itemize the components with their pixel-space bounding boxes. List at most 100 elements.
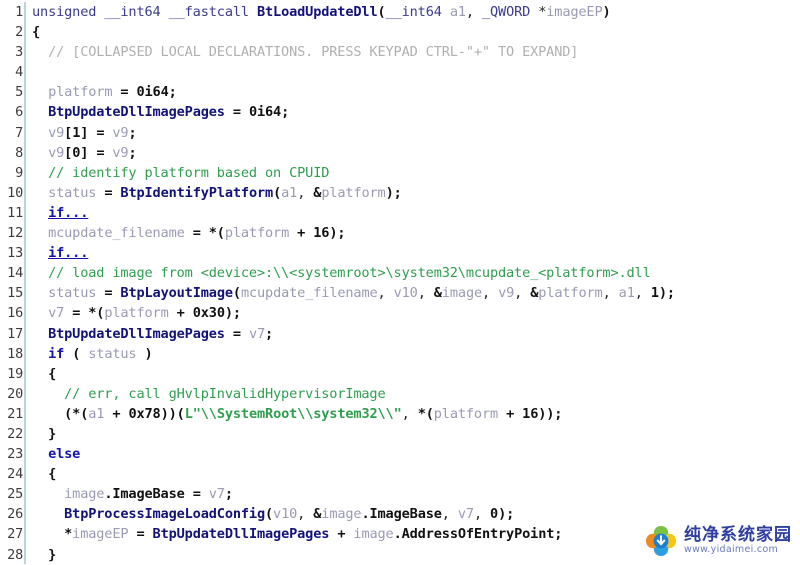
code-line[interactable]: if... (32, 203, 800, 223)
decompiler-pseudocode-view[interactable]: 1 2 3 4 5 6 7 8 9 10 11 12 13 14 15 16 1… (0, 0, 800, 564)
token-collapsed-declarations-comment[interactable]: // [COLLAPSED LOCAL DECLARATIONS. PRESS … (32, 44, 578, 60)
token-member[interactable]: .ImageBase (104, 486, 184, 502)
token-variable[interactable]: image (442, 285, 482, 301)
code-line[interactable]: image.ImageBase = v7; (32, 484, 800, 504)
line-number: 6 (15, 104, 23, 121)
pseudocode-text-area[interactable]: unsigned __int64 __fastcall BtLoadUpdate… (26, 2, 800, 564)
token-function-name[interactable]: BtLoadUpdateDll (257, 4, 378, 20)
token-member[interactable]: .AddressOfEntryPoint (394, 526, 555, 542)
code-line[interactable]: if... (32, 243, 800, 263)
token-variable[interactable]: v7 (48, 305, 64, 321)
code-line[interactable]: if ( status ) (32, 344, 800, 364)
token-arg[interactable]: imageEP (546, 4, 602, 20)
token-punct: , (482, 285, 499, 302)
token-operator: + (104, 405, 129, 422)
line-number: 17 (7, 325, 23, 342)
token-variable[interactable]: status (48, 185, 96, 201)
token-number: 0x30 (192, 305, 225, 322)
code-line[interactable]: } (32, 424, 800, 444)
token-variable[interactable]: v9 (498, 285, 514, 301)
token-variable[interactable]: image (353, 526, 393, 542)
token-variable[interactable]: v9 (112, 145, 128, 161)
code-line[interactable]: { (32, 464, 800, 484)
token-comment[interactable]: // err, call gHvlpInvalidHypervisorImage (32, 386, 386, 402)
token-variable[interactable]: mcupdate_filename (48, 225, 185, 241)
code-line[interactable]: v9[0] = v9; (32, 143, 800, 163)
code-line[interactable]: status = BtpLayoutImage(mcupdate_filenam… (32, 283, 800, 303)
token-punct: ); (498, 506, 515, 523)
code-line[interactable]: { (32, 22, 800, 42)
token-keyword-if[interactable]: if (48, 346, 64, 362)
token-variable[interactable]: image (64, 486, 104, 502)
code-line[interactable]: BtpUpdateDllImagePages = v7; (32, 324, 800, 344)
code-line[interactable]: // [COLLAPSED LOCAL DECLARATIONS. PRESS … (32, 42, 800, 62)
token-brace: { (32, 24, 41, 41)
token-punct: ); (224, 305, 241, 322)
token-variable[interactable]: platform (434, 406, 498, 422)
line-number: 24 (7, 466, 23, 483)
code-line[interactable]: unsigned __int64 __fastcall BtLoadUpdate… (32, 2, 800, 22)
token-comment[interactable]: // load image from <device>:\\<systemroo… (32, 265, 651, 281)
code-line[interactable]: // err, call gHvlpInvalidHypervisorImage (32, 384, 800, 404)
token-variable[interactable]: status (48, 285, 96, 301)
token-number: 0x78 (128, 405, 161, 422)
token-variable[interactable]: v10 (273, 506, 297, 522)
line-number: 23 (7, 446, 23, 463)
token-global-variable[interactable]: BtpUpdateDllImagePages (48, 326, 225, 342)
token-global-variable[interactable]: BtpUpdateDllImagePages (153, 526, 330, 542)
line-number-gutter: 1 2 3 4 5 6 7 8 9 10 11 12 13 14 15 16 1… (0, 2, 26, 564)
token-punct: , (602, 285, 619, 302)
code-line[interactable]: mcupdate_filename = *(platform + 16); (32, 223, 800, 243)
token-blank (32, 64, 40, 80)
code-line[interactable]: else (32, 444, 800, 464)
token-keyword-else[interactable]: else (48, 446, 80, 462)
token-member[interactable]: .ImageBase (361, 506, 441, 522)
token-function-call[interactable]: BtpLayoutImage (120, 285, 233, 301)
code-line[interactable]: status = BtpIdentifyPlatform(a1, &platfo… (32, 183, 800, 203)
code-line[interactable]: v7 = *(platform + 0x30); (32, 303, 800, 323)
token-variable[interactable]: v9 (48, 125, 64, 141)
token-variable[interactable]: platform (225, 225, 289, 241)
token-collapsed-if[interactable]: if... (48, 205, 88, 221)
token-variable[interactable]: platform (104, 305, 168, 321)
code-line[interactable] (32, 62, 800, 82)
token-punct: ); (658, 285, 675, 302)
token-variable[interactable]: v7 (249, 326, 265, 342)
code-line[interactable]: // load image from <device>:\\<systemroo… (32, 263, 800, 283)
token-arg[interactable]: a1 (450, 4, 466, 20)
code-line[interactable]: platform = 0i64; (32, 82, 800, 102)
token-comment[interactable]: // identify platform based on CPUID (32, 165, 329, 181)
token-string-literal[interactable]: L"\\SystemRoot\\system32\\" (185, 406, 402, 422)
token-variable[interactable]: mcupdate_filename (241, 285, 378, 301)
code-line[interactable]: { (32, 364, 800, 384)
token-arg[interactable]: imageEP (72, 526, 128, 542)
token-arg[interactable]: a1 (619, 285, 635, 301)
token-global-variable[interactable]: BtpUpdateDllImagePages (48, 104, 225, 120)
token-function-call[interactable]: BtpIdentifyPlatform (120, 185, 273, 201)
token-arg[interactable]: a1 (88, 406, 104, 422)
code-line[interactable]: BtpUpdateDllImagePages = 0i64; (32, 102, 800, 122)
token-variable[interactable]: v9 (48, 145, 64, 161)
token-variable[interactable]: platform (538, 285, 602, 301)
token-variable[interactable]: platform (48, 84, 112, 100)
token-variable[interactable]: v9 (112, 125, 128, 141)
token-operator: = (184, 486, 209, 503)
line-number: 21 (7, 405, 23, 422)
token-variable[interactable]: image (321, 506, 361, 522)
code-line[interactable]: (*(a1 + 0x78))(L"\\SystemRoot\\system32\… (32, 404, 800, 424)
code-line[interactable]: v9[1] = v9; (32, 123, 800, 143)
token-variable[interactable]: v7 (458, 506, 474, 522)
token-variable[interactable]: v7 (209, 486, 225, 502)
token-function-call[interactable]: BtpProcessImageLoadConfig (64, 506, 265, 522)
token-variable[interactable]: platform (321, 185, 385, 201)
code-line[interactable]: // identify platform based on CPUID (32, 163, 800, 183)
token-variable[interactable]: v10 (394, 285, 418, 301)
token-variable[interactable]: status (88, 346, 136, 362)
token-arg[interactable]: a1 (281, 185, 297, 201)
token-collapsed-if[interactable]: if... (48, 245, 88, 261)
